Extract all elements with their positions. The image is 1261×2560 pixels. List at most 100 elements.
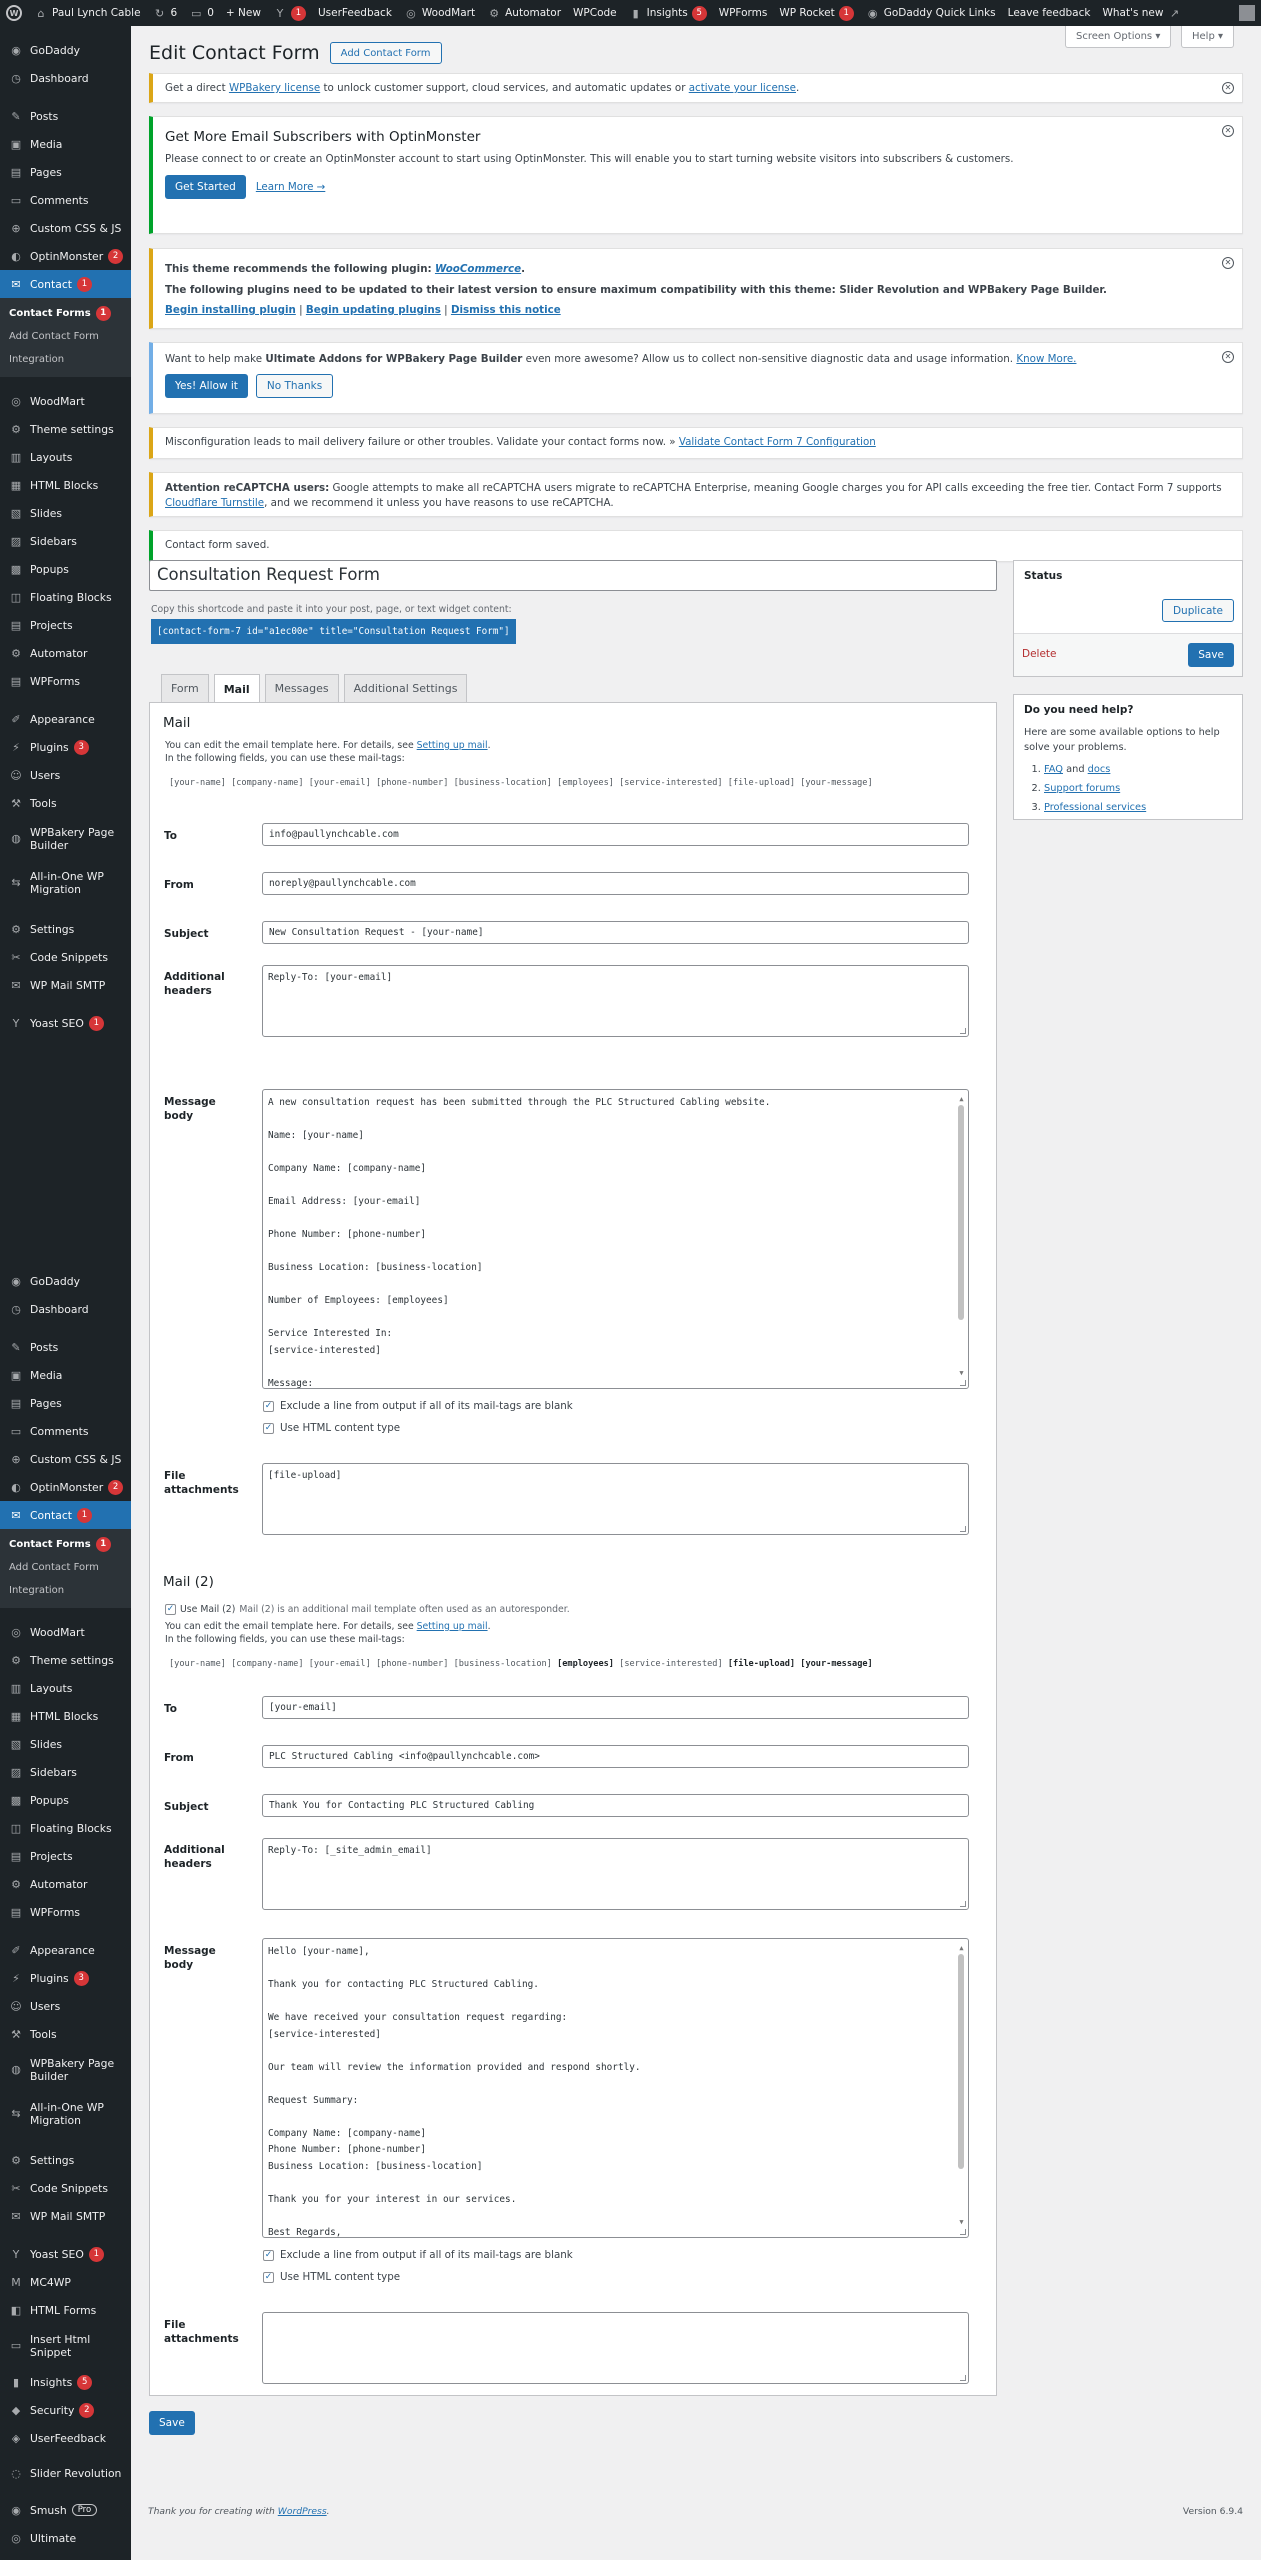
sidebar-item-userfeedback[interactable]: ◈ UserFeedback	[0, 2424, 131, 2452]
resize-handle[interactable]	[960, 1526, 966, 1532]
sidebar-item-layouts[interactable]: ▥ Layouts	[0, 443, 131, 471]
sidebar-item-code-snippets[interactable]: ✂ Code Snippets	[0, 2174, 131, 2202]
resize-handle[interactable]	[960, 2375, 966, 2381]
sidebar-item-tools[interactable]: ⚒ Tools	[0, 2020, 131, 2048]
submenu-item-add-contact-form[interactable]: Add Contact Form	[0, 1556, 131, 1579]
use-mail2-checkbox[interactable]: ✓	[165, 1604, 176, 1616]
sidebar-item-plugins[interactable]: ⚡ Plugins 3	[0, 1964, 131, 1992]
leave-feedback-link[interactable]: Leave feedback	[1002, 0, 1097, 26]
mail2-additional-headers-textarea[interactable]: Reply-To: [_site_admin_email]	[262, 1838, 969, 1910]
my-account-menu[interactable]	[1233, 0, 1261, 26]
automator-menu[interactable]: ⚙ Automator	[481, 0, 567, 26]
submenu-item-contact-forms[interactable]: Contact Forms 1	[0, 302, 131, 325]
scroll-down-icon[interactable]: ▼	[956, 2214, 967, 2231]
sidebar-item-comments[interactable]: ▭ Comments	[0, 186, 131, 214]
sidebar-item-yoast-seo[interactable]: Y Yoast SEO 1	[0, 2240, 131, 2268]
duplicate-button[interactable]: Duplicate	[1161, 599, 1234, 622]
sidebar-item-pages[interactable]: ▤ Pages	[0, 158, 131, 186]
sidebar-item-contact[interactable]: ✉ Contact 1	[0, 1501, 131, 1529]
setting-up-mail-link[interactable]: Setting up mail	[417, 740, 488, 751]
mail-additional-headers-textarea[interactable]: Reply-To: [your-email]	[262, 965, 969, 1037]
tab-messages[interactable]: Messages	[264, 674, 339, 702]
sidebar-item-wpbakery-page-builder[interactable]: ◍ WPBakery Page Builder	[0, 2048, 131, 2092]
faq-link[interactable]: FAQ	[1044, 764, 1063, 775]
save-button[interactable]: Save	[149, 2411, 195, 2435]
sidebar-item-posts[interactable]: ✎ Posts	[0, 1333, 131, 1361]
sidebar-item-settings[interactable]: ⚙ Settings	[0, 915, 131, 943]
sidebar-item-collapse-menu[interactable]: ◀Collapse Menu	[0, 2552, 131, 2560]
sidebar-item-mc4wp[interactable]: M MC4WP	[0, 2268, 131, 2296]
scrollbar-thumb[interactable]	[958, 1954, 964, 2169]
sidebar-item-sidebars[interactable]: ▨ Sidebars	[0, 1758, 131, 1786]
mail2-to-input[interactable]: [your-email]	[262, 1696, 969, 1719]
whats-new-link[interactable]: What's new ↗	[1096, 0, 1187, 26]
mail-from-input[interactable]: noreply@paullynchcable.com	[262, 872, 969, 895]
scroll-down-icon[interactable]: ▼	[956, 1365, 967, 1382]
sidebar-item-wpforms[interactable]: ▤ WPForms	[0, 1898, 131, 1926]
sidebar-item-custom-css-js[interactable]: ⊕ Custom CSS & JS	[0, 1445, 131, 1473]
comments-menu[interactable]: ▭ 0	[183, 0, 220, 26]
sidebar-item-dashboard[interactable]: ◷ Dashboard	[0, 1295, 131, 1323]
sidebar-item-optinmonster[interactable]: ◐ OptinMonster 2	[0, 1473, 131, 1501]
sidebar-item-wp-mail-smtp[interactable]: ✉ WP Mail SMTP	[0, 2202, 131, 2230]
sidebar-item-theme-settings[interactable]: ⚙ Theme settings	[0, 415, 131, 443]
sidebar-item-godaddy[interactable]: ◉ GoDaddy	[0, 36, 131, 64]
sidebar-item-code-snippets[interactable]: ✂ Code Snippets	[0, 943, 131, 971]
sidebar-item-wpforms[interactable]: ▤ WPForms	[0, 667, 131, 695]
mail-subject-input[interactable]: New Consultation Request - [your-name]	[262, 921, 969, 944]
sidebar-item-sidebars[interactable]: ▨ Sidebars	[0, 527, 131, 555]
sidebar-item-projects[interactable]: ▤ Projects	[0, 611, 131, 639]
sidebar-item-all-in-one-wp-migration[interactable]: ⇆ All-in-One WP Migration	[0, 861, 131, 905]
scrollbar[interactable]: ▲ ▼	[956, 1091, 967, 1387]
sidebar-item-popups[interactable]: ▩ Popups	[0, 555, 131, 583]
mail2-exclude-blank-checkbox[interactable]: ✓ Exclude a line from output if all of it…	[263, 2249, 573, 2261]
use-html-checkbox[interactable]: ✓ Use HTML content type	[263, 1422, 400, 1434]
sidebar-item-layouts[interactable]: ▥ Layouts	[0, 1674, 131, 1702]
mail-file-attachments-textarea[interactable]: [file-upload]	[262, 1463, 969, 1535]
sidebar-item-projects[interactable]: ▤ Projects	[0, 1842, 131, 1870]
submenu-item-add-contact-form[interactable]: Add Contact Form	[0, 325, 131, 348]
delete-link[interactable]: Delete	[1022, 648, 1057, 660]
sidebar-item-custom-css-js[interactable]: ⊕ Custom CSS & JS	[0, 214, 131, 242]
sidebar-item-slider-revolution[interactable]: ◌ Slider Revolution	[0, 2452, 131, 2496]
status-save-button[interactable]: Save	[1188, 643, 1234, 667]
sidebar-item-wpbakery-page-builder[interactable]: ◍ WPBakery Page Builder	[0, 817, 131, 861]
sidebar-item-floating-blocks[interactable]: ◫ Floating Blocks	[0, 583, 131, 611]
wprocket-menu[interactable]: WP Rocket 1	[773, 0, 859, 26]
submenu-item-contact-forms[interactable]: Contact Forms 1	[0, 1533, 131, 1556]
wp-logo-menu[interactable]: W	[0, 0, 28, 26]
sidebar-item-yoast-seo[interactable]: Y Yoast SEO 1	[0, 1009, 131, 1037]
sidebar-item-comments[interactable]: ▭ Comments	[0, 1417, 131, 1445]
submenu-item-integration[interactable]: Integration	[0, 348, 131, 371]
mail2-subject-input[interactable]: Thank You for Contacting PLC Structured …	[262, 1794, 969, 1817]
scrollbar[interactable]: ▲ ▼	[956, 1940, 967, 2236]
sidebar-item-optinmonster[interactable]: ◐ OptinMonster 2	[0, 242, 131, 270]
docs-link[interactable]: docs	[1088, 764, 1111, 775]
wpforms-menu[interactable]: WPForms	[713, 0, 774, 26]
sidebar-item-slides[interactable]: ▧ Slides	[0, 499, 131, 527]
sidebar-item-automator[interactable]: ⚙ Automator	[0, 639, 131, 667]
tab-mail[interactable]: Mail	[213, 674, 260, 703]
sidebar-item-pages[interactable]: ▤ Pages	[0, 1389, 131, 1417]
wpcode-menu[interactable]: WPCode	[567, 0, 623, 26]
mail2-from-input[interactable]: PLC Structured Cabling <info@paullynchca…	[262, 1745, 969, 1768]
mail2-file-attachments-textarea[interactable]	[262, 2312, 969, 2384]
form-title-input[interactable]: Consultation Request Form	[149, 560, 997, 591]
submenu-item-integration[interactable]: Integration	[0, 1579, 131, 1602]
sidebar-item-wp-mail-smtp[interactable]: ✉ WP Mail SMTP	[0, 971, 131, 999]
sidebar-item-security[interactable]: ◆ Security 2	[0, 2396, 131, 2424]
sidebar-item-slides[interactable]: ▧ Slides	[0, 1730, 131, 1758]
mail2-use-html-checkbox[interactable]: ✓ Use HTML content type	[263, 2271, 400, 2283]
site-name-menu[interactable]: ⌂ Paul Lynch Cable	[28, 0, 147, 26]
setting-up-mail-link[interactable]: Setting up mail	[417, 1621, 488, 1632]
sidebar-item-godaddy[interactable]: ◉ GoDaddy	[0, 1267, 131, 1295]
sidebar-item-insert-html-snippet[interactable]: ▭ Insert Html Snippet	[0, 2324, 131, 2368]
sidebar-item-theme-settings[interactable]: ⚙ Theme settings	[0, 1646, 131, 1674]
woodmart-menu[interactable]: ◎ WoodMart	[398, 0, 481, 26]
sidebar-item-popups[interactable]: ▩ Popups	[0, 1786, 131, 1814]
sidebar-item-appearance[interactable]: ✐ Appearance	[0, 705, 131, 733]
sidebar-item-posts[interactable]: ✎ Posts	[0, 102, 131, 130]
updates-menu[interactable]: ↻ 6	[147, 0, 184, 26]
sidebar-item-media[interactable]: ▣ Media	[0, 1361, 131, 1389]
sidebar-item-users[interactable]: ☺ Users	[0, 1992, 131, 2020]
